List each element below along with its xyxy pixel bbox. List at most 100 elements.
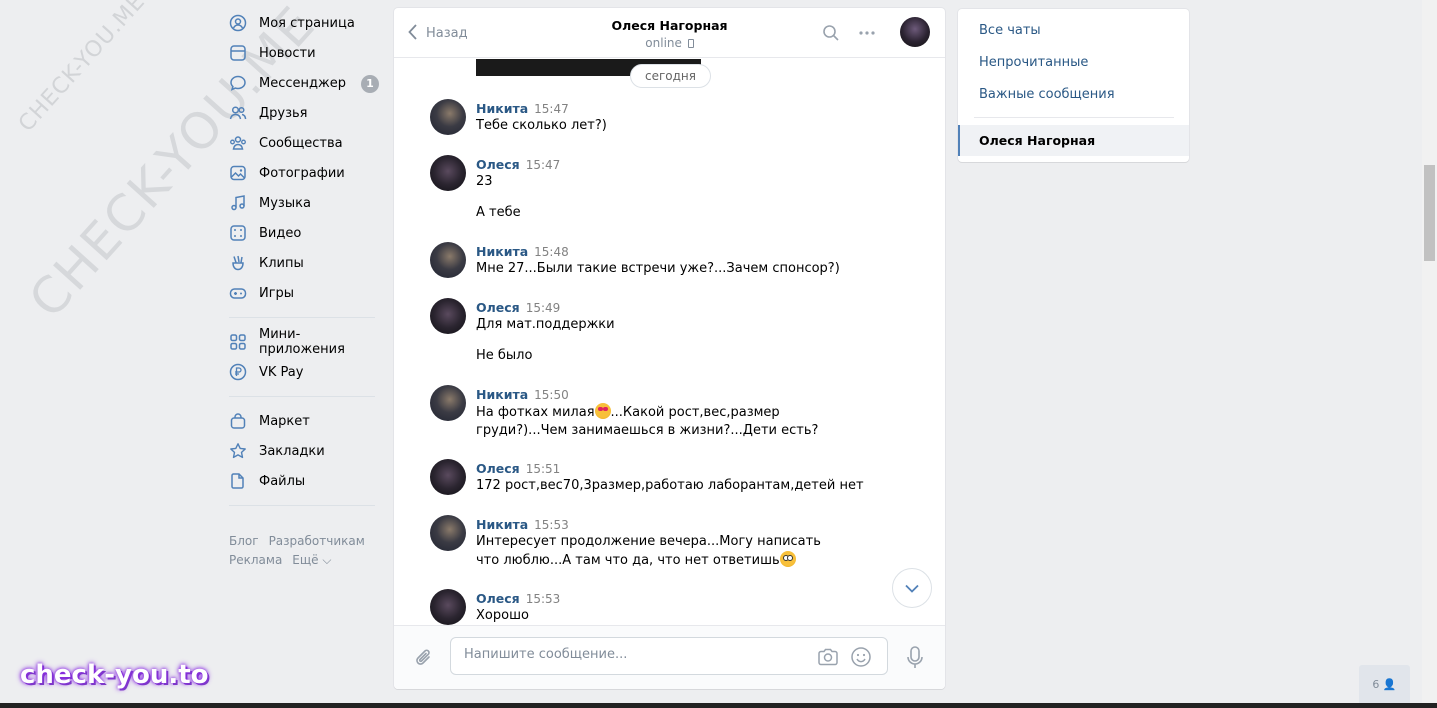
avatar[interactable] — [430, 385, 466, 421]
paperclip-icon[interactable] — [414, 648, 434, 668]
nav-photos[interactable]: Фотографии — [229, 158, 379, 188]
photo-icon — [229, 164, 247, 182]
mobile-icon — [687, 39, 694, 48]
chevron-down-icon — [905, 584, 919, 593]
message-text: 23 — [476, 174, 493, 189]
unread-badge: 1 — [361, 75, 379, 93]
nav-clips[interactable]: Клипы — [229, 248, 379, 278]
nav-divider — [229, 396, 375, 397]
nav-label: Моя страница — [259, 15, 355, 31]
message-author[interactable]: Никита — [476, 387, 528, 402]
chat-header: Назад Олеся Нагорная online — [394, 8, 945, 58]
nav-bookmarks[interactable]: Закладки — [229, 436, 379, 466]
nav-label: Фотографии — [259, 165, 345, 181]
message-time: 15:47 — [525, 158, 561, 172]
avatar[interactable] — [430, 99, 466, 135]
footer-blog-link[interactable]: Блог — [229, 534, 259, 548]
message-author[interactable]: Олеся — [476, 461, 520, 476]
scrollbar-thumb[interactable] — [1424, 165, 1435, 261]
nav-label: VK Pay — [259, 364, 304, 380]
nav-mini-apps[interactable]: Мини-приложения — [229, 327, 379, 357]
microphone-icon[interactable] — [906, 646, 924, 670]
footer-more-link[interactable]: Ещё ⌵ — [292, 553, 331, 567]
nav-label: Игры — [259, 285, 295, 301]
message-text: Для мат.поддержки — [476, 317, 615, 332]
avatar[interactable] — [430, 589, 466, 625]
video-icon — [229, 224, 247, 242]
nav-market[interactable]: Маркет — [229, 406, 379, 436]
avatar[interactable] — [430, 242, 466, 278]
filter-unread[interactable]: Непрочитанные — [979, 55, 1088, 70]
message-text-part: На фотках милая — [476, 405, 595, 420]
smile-icon[interactable] — [850, 646, 872, 668]
message-time: 15:51 — [525, 462, 561, 476]
message-time: 15:50 — [534, 388, 569, 402]
footer-links: Блог Разработчикам Реклама Ещё ⌵ — [229, 532, 375, 570]
nav-label: Мини-приложения — [259, 327, 345, 357]
peer-avatar[interactable] — [900, 17, 930, 47]
status-text: online — [645, 36, 682, 50]
nav-label: Закладки — [259, 443, 325, 459]
filter-all-chats[interactable]: Все чаты — [979, 23, 1041, 38]
nav-label: Файлы — [259, 473, 306, 489]
online-friends-button[interactable]: 6 👤 — [1359, 665, 1410, 703]
footer-dev-link[interactable]: Разработчикам — [269, 534, 365, 548]
nav-friends[interactable]: Друзья — [229, 98, 379, 128]
file-icon — [229, 472, 247, 490]
nav-divider — [229, 317, 375, 318]
camera-icon[interactable] — [817, 647, 839, 667]
active-chat-item[interactable]: Олеся Нагорная — [958, 125, 1189, 156]
nav-label: Клипы — [259, 255, 304, 271]
avatar[interactable] — [430, 515, 466, 551]
apps-grid-icon — [229, 333, 247, 351]
message-text: 172 рост,вес70,3размер,работаю лаборанта… — [476, 478, 864, 493]
message-author[interactable]: Олеся — [476, 157, 520, 172]
message-history[interactable]: сегодня Никита 15:47 Тебе сколько лет?) О… — [394, 59, 945, 625]
message-author[interactable]: Никита — [476, 101, 528, 116]
message-time: 15:47 — [534, 102, 569, 116]
nav-games[interactable]: Игры — [229, 278, 379, 308]
nav-news[interactable]: Новости — [229, 38, 379, 68]
flushed-emoji-icon — [779, 551, 796, 567]
chat-filters-panel: Все чаты Непрочитанные Важные сообщения … — [958, 9, 1189, 162]
nav-label: Музыка — [259, 195, 311, 211]
message-author[interactable]: Олеся — [476, 591, 520, 606]
message-text: Не было — [476, 348, 533, 363]
message-author[interactable]: Никита — [476, 517, 528, 532]
taskbar-strip — [0, 703, 1437, 708]
message-time: 15:49 — [525, 301, 561, 315]
star-icon — [229, 442, 247, 460]
nav-label: Мессенджер — [259, 75, 346, 91]
person-icon: 👤 — [1382, 677, 1397, 691]
nav-vk-pay[interactable]: VK Pay — [229, 357, 379, 387]
message-input[interactable] — [464, 647, 794, 662]
filter-important[interactable]: Важные сообщения — [979, 87, 1115, 102]
communities-icon — [229, 134, 247, 152]
gamepad-icon — [229, 284, 247, 302]
scroll-down-button[interactable] — [892, 568, 932, 608]
nav-label: Новости — [259, 45, 316, 61]
chat-bubble-icon — [229, 74, 247, 92]
news-icon — [229, 44, 247, 62]
nav-label: Видео — [259, 225, 302, 241]
more-dots-icon[interactable] — [858, 24, 876, 42]
message-text: А тебе — [476, 205, 521, 220]
avatar[interactable] — [430, 155, 466, 191]
search-icon[interactable] — [822, 24, 840, 42]
message-author[interactable]: Олеся — [476, 300, 520, 315]
avatar[interactable] — [430, 459, 466, 495]
message-author[interactable]: Никита — [476, 244, 528, 259]
nav-communities[interactable]: Сообщества — [229, 128, 379, 158]
nav-divider — [229, 505, 375, 506]
footer-ads-link[interactable]: Реклама — [229, 553, 282, 567]
left-navigation: Моя страница Новости Мессенджер 1 Друзья… — [229, 8, 379, 515]
nav-messenger[interactable]: Мессенджер 1 — [229, 68, 379, 98]
compose-bar — [394, 625, 945, 689]
page-scrollbar[interactable] — [1422, 0, 1437, 708]
message-text-part: Интересует продолжение вечера...Могу нап… — [476, 534, 821, 568]
nav-video[interactable]: Видео — [229, 218, 379, 248]
nav-files[interactable]: Файлы — [229, 466, 379, 496]
nav-music[interactable]: Музыка — [229, 188, 379, 218]
nav-my-page[interactable]: Моя страница — [229, 8, 379, 38]
avatar[interactable] — [430, 298, 466, 334]
